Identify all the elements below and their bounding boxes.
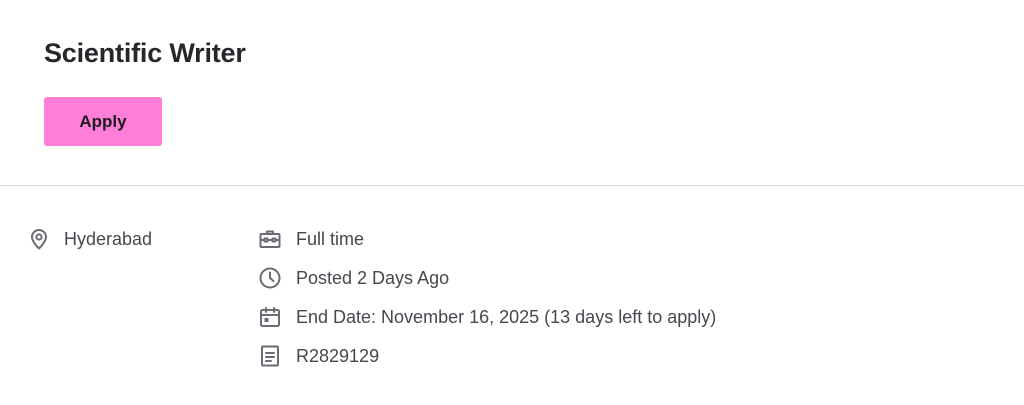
location-detail: Hyderabad <box>27 226 152 252</box>
calendar-icon <box>258 305 282 329</box>
job-title: Scientific Writer <box>44 38 246 68</box>
employment-type-detail: Full time <box>258 226 364 252</box>
posted-detail: Posted 2 Days Ago <box>258 265 449 291</box>
end-date-detail: End Date: November 16, 2025 (13 days lef… <box>258 304 716 330</box>
end-date-text: End Date: November 16, 2025 (13 days lef… <box>296 306 717 327</box>
job-header: Scientific Writer Apply <box>0 0 1024 186</box>
location-text: Hyderabad <box>64 228 153 249</box>
clock-icon <box>258 266 282 290</box>
briefcase-icon <box>258 227 282 251</box>
location-pin-icon <box>27 227 51 251</box>
requisition-id-detail: R2829129 <box>258 343 379 369</box>
employment-type-text: Full time <box>296 228 365 249</box>
document-icon <box>258 344 282 368</box>
posted-text: Posted 2 Days Ago <box>296 267 450 288</box>
apply-button[interactable]: Apply <box>44 97 162 146</box>
job-details: Hyderabad Full time Posted 2 Days Ago En… <box>0 186 1024 404</box>
requisition-id-text: R2829129 <box>296 345 380 366</box>
